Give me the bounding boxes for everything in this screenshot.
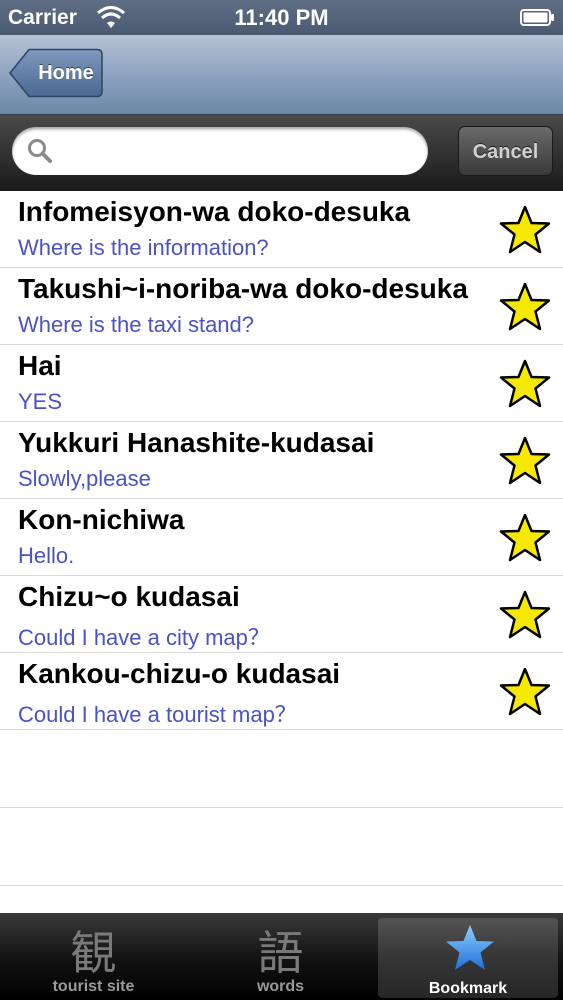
- list-item[interactable]: Takushi~i-noriba-wa doko-desuka Where is…: [0, 268, 563, 345]
- star-icon[interactable]: [499, 590, 551, 640]
- phrase-title: Kon-nichiwa: [18, 504, 185, 535]
- phrase-title: Yukkuri Hanashite-kudasai: [18, 427, 375, 458]
- star-icon[interactable]: [499, 359, 551, 409]
- search-bar: Cancel: [0, 115, 563, 191]
- phrase-translation: Where is the information?: [18, 235, 269, 260]
- phrase-translation: Slowly,please: [18, 466, 151, 491]
- star-icon[interactable]: [499, 513, 551, 563]
- star-icon[interactable]: [499, 436, 551, 486]
- phrase-translation: Where is the taxi stand?: [18, 312, 255, 337]
- words-kanji-icon: 語: [257, 926, 304, 980]
- phrase-title: Hai: [18, 350, 62, 381]
- phrase-translation: Could I have a tourist map？: [18, 702, 297, 727]
- phrase-title: Kankou-chizu-o kudasai: [18, 658, 341, 689]
- list-item[interactable]: Kankou-chizu-o kudasai Could I have a to…: [0, 653, 563, 730]
- list-item[interactable]: Chizu~o kudasai Could I have a city map？: [0, 576, 563, 653]
- phrase-translation: YES: [18, 389, 63, 414]
- phrase-translation: Hello.: [18, 543, 75, 568]
- search-field[interactable]: [12, 127, 428, 175]
- battery-icon: [520, 9, 554, 26]
- tab-tourist-site[interactable]: 観 tourist site: [0, 913, 187, 1000]
- status-bar: Carrier 11:40 PM: [0, 0, 563, 35]
- star-icon[interactable]: [499, 667, 551, 717]
- star-icon[interactable]: [499, 205, 551, 255]
- tourist-site-kanji-icon: 観: [70, 926, 117, 980]
- phrase-translation: Could I have a city map？: [18, 625, 270, 650]
- tab-label: words: [256, 978, 305, 995]
- tab-bookmark[interactable]: Bookmark: [378, 918, 558, 998]
- cancel-button[interactable]: Cancel: [458, 126, 553, 176]
- phrase-title: Takushi~i-noriba-wa doko-desuka: [18, 273, 468, 304]
- empty-row: [0, 808, 563, 886]
- back-button-label: Home: [38, 62, 94, 84]
- list-item[interactable]: Kon-nichiwa Hello.: [0, 499, 563, 576]
- search-icon: [28, 139, 52, 163]
- list-item[interactable]: Infomeisyon-wa doko-desuka Where is the …: [0, 191, 563, 268]
- star-icon[interactable]: [499, 282, 551, 332]
- bookmark-list: Infomeisyon-wa doko-desuka Where is the …: [0, 191, 563, 913]
- phrase-title: Chizu~o kudasai: [18, 581, 240, 612]
- search-input[interactable]: [62, 135, 416, 169]
- list-item[interactable]: Yukkuri Hanashite-kudasai Slowly,please: [0, 422, 563, 499]
- home-back-button[interactable]: Home: [9, 48, 103, 98]
- list-item[interactable]: Hai YES: [0, 345, 563, 422]
- star-icon: [446, 925, 494, 970]
- phrase-title: Infomeisyon-wa doko-desuka: [18, 196, 411, 227]
- clock: 11:40 PM: [234, 5, 329, 30]
- tab-label: tourist site: [52, 978, 135, 995]
- tab-bar: 観 tourist site 語 words Bookmark: [0, 913, 563, 1000]
- tab-label: Bookmark: [428, 980, 508, 997]
- navigation-bar: Home: [0, 35, 563, 115]
- empty-row: [0, 730, 563, 808]
- tab-words[interactable]: 語 words: [187, 913, 374, 1000]
